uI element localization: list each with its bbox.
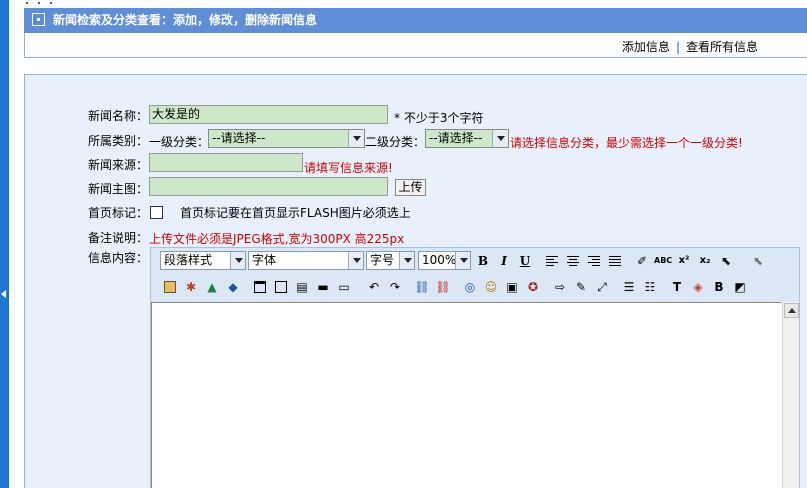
level1-label: 一级分类：	[149, 135, 210, 149]
font-size-value: 字号	[370, 253, 395, 267]
time-icon[interactable]: ✪	[524, 278, 542, 296]
level2-select[interactable]: --请选择--	[425, 129, 509, 148]
scroll-up-icon[interactable]	[784, 303, 799, 318]
rich-text-editor: 段落样式 字体 字号 100% B I U ✐ ABC x² x₂ ⬉ ⬉ ✱ …	[150, 247, 800, 488]
source-input[interactable]	[149, 153, 303, 172]
title-label: 新闻名称：	[88, 109, 149, 123]
editor-content-area[interactable]	[151, 302, 781, 488]
title-input[interactable]: 大发是的	[149, 105, 388, 124]
insert-box-icon[interactable]	[272, 278, 290, 296]
spellcheck-icon[interactable]: ABC	[654, 252, 672, 270]
page-header: 新闻检索及分类查看：添加，修改，删除新闻信息	[24, 8, 807, 33]
level1-select[interactable]: --请选择--	[208, 129, 365, 148]
chevron-down-icon[interactable]	[492, 130, 508, 147]
eraser-icon[interactable]: ✐	[633, 252, 651, 270]
top-dots	[24, 0, 64, 6]
note-label: 备注说明：	[88, 231, 149, 245]
insert-file-icon[interactable]: ◆	[224, 278, 242, 296]
image-label: 新闻主图：	[88, 182, 149, 196]
page-title: 新闻检索及分类查看：添加，修改，删除新闻信息	[53, 13, 318, 27]
source-hint: 请填写信息来源!	[304, 161, 393, 175]
edit-source-icon[interactable]: ✎	[572, 278, 590, 296]
insert-media-icon[interactable]: ▲	[203, 278, 221, 296]
italic-button[interactable]: I	[495, 252, 513, 270]
title-hint: * 不少于3个字符	[394, 111, 484, 125]
note-text: 上传文件必须是JPEG格式,宽为300PX 高225px	[149, 232, 405, 246]
add-info-link[interactable]: 添加信息	[622, 40, 670, 54]
link-bar: 添加信息 | 查看所有信息	[24, 33, 807, 58]
editor-scrollbar[interactable]	[782, 302, 799, 488]
font-value: 字体	[252, 253, 277, 267]
category-hint: 请选择信息分类，最少需选择一个一级分类!	[510, 136, 743, 150]
insert-table-icon[interactable]	[251, 278, 269, 296]
font-select[interactable]: 字体	[248, 251, 364, 270]
zoom-select[interactable]: 100%	[418, 251, 471, 270]
left-collapse-bar[interactable]	[0, 0, 9, 488]
editor-toolbar: 段落样式 字体 字号 100% B I U ✐ ABC x² x₂ ⬉ ⬉ ✱ …	[151, 248, 799, 302]
bulleted-list-icon[interactable]: ☷	[641, 278, 659, 296]
justify-icon[interactable]	[606, 252, 624, 270]
background-color-icon[interactable]: B	[710, 278, 728, 296]
special-char-icon[interactable]: ◎	[461, 278, 479, 296]
link-icon[interactable]: ⛓	[413, 278, 431, 296]
bold-button[interactable]: B	[474, 252, 492, 270]
paragraph-style-select[interactable]: 段落样式	[160, 251, 246, 270]
image-input[interactable]	[149, 177, 388, 196]
horizontal-rule-icon[interactable]: ▬	[314, 278, 332, 296]
superscript-icon[interactable]: x²	[675, 252, 693, 270]
align-center-icon[interactable]	[564, 252, 582, 270]
input-field-icon[interactable]: ▭	[335, 278, 353, 296]
form-panel: 新闻名称： 大发是的 * 不少于3个字符 所属类别： 一级分类： --请选择--…	[24, 74, 807, 488]
unlink-icon[interactable]: ⛓	[434, 278, 452, 296]
category-label: 所属类别：	[88, 134, 149, 148]
chevron-down-icon[interactable]	[348, 252, 363, 269]
subscript-icon[interactable]: x₂	[696, 252, 714, 270]
chevron-down-icon[interactable]	[399, 252, 414, 269]
chevron-down-icon[interactable]	[348, 130, 364, 147]
align-right-icon[interactable]	[585, 252, 603, 270]
cursor-icon[interactable]: ⬉	[717, 252, 735, 270]
numbered-list-icon[interactable]: ☰	[620, 278, 638, 296]
link-separator: |	[675, 40, 680, 54]
highlight-icon[interactable]: ◈	[689, 278, 707, 296]
view-all-link[interactable]: 查看所有信息	[686, 40, 758, 54]
emoticon-icon[interactable]: ☺	[482, 278, 500, 296]
level2-label: 二级分类：	[365, 135, 426, 149]
upload-button[interactable]: 上传	[395, 179, 426, 196]
insert-image-icon[interactable]	[161, 278, 179, 296]
home-flag-hint: 首页标记要在首页显示FLASH图片必须选上	[180, 206, 411, 220]
cursor-alt-icon[interactable]: ⬉	[749, 252, 767, 270]
level1-select-value: --请选择--	[212, 131, 266, 145]
content-label: 信息内容：	[88, 251, 149, 265]
undo-icon[interactable]: ↶	[365, 278, 383, 296]
import-icon[interactable]: ⇨	[551, 278, 569, 296]
home-flag-checkbox[interactable]	[150, 206, 163, 219]
header-bullet-icon	[32, 13, 45, 26]
clear-format-icon[interactable]: ◩	[731, 278, 749, 296]
redo-icon[interactable]: ↷	[386, 278, 404, 296]
text-color-icon[interactable]: T	[668, 278, 686, 296]
collapse-arrow-icon[interactable]	[1, 290, 6, 298]
date-icon[interactable]: ▣	[503, 278, 521, 296]
chevron-down-icon[interactable]	[455, 252, 470, 269]
source-label: 新闻来源：	[88, 158, 149, 172]
align-left-icon[interactable]	[543, 252, 561, 270]
insert-flash-icon[interactable]: ✱	[182, 278, 200, 296]
paragraph-style-value: 段落样式	[164, 253, 213, 267]
fullscreen-icon[interactable]: ⤢	[593, 278, 611, 296]
chevron-down-icon[interactable]	[230, 252, 245, 269]
underline-button[interactable]: U	[516, 252, 534, 270]
paste-icon[interactable]: ▤	[293, 278, 311, 296]
level2-select-value: --请选择--	[429, 131, 483, 145]
zoom-value: 100%	[422, 253, 457, 267]
font-size-select[interactable]: 字号	[366, 251, 415, 270]
home-flag-label: 首页标记：	[88, 206, 149, 220]
